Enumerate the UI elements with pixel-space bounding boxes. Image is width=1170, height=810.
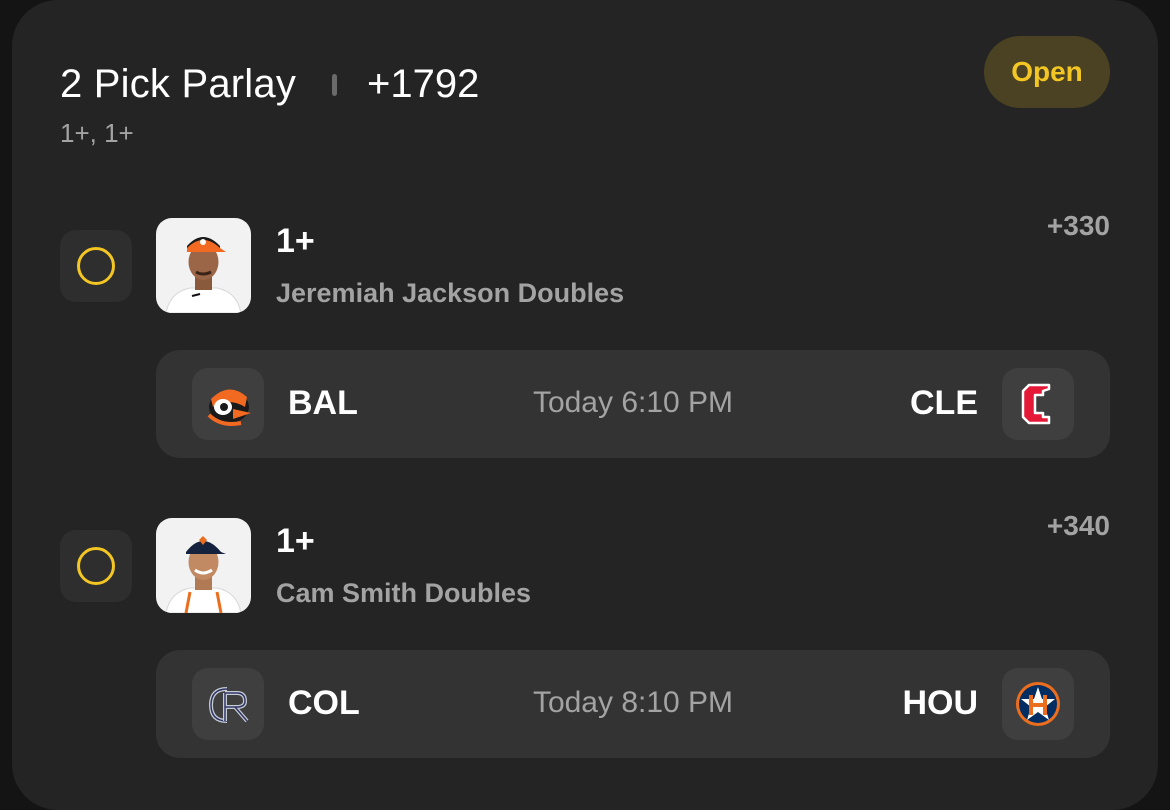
pending-circle-icon xyxy=(77,547,115,585)
leg-market: Cam Smith Doubles xyxy=(276,578,532,608)
home-team: CLE xyxy=(910,384,978,422)
player-avatar xyxy=(156,518,251,613)
leg-line: 1+ xyxy=(276,222,315,260)
parlay-title: 2 Pick Parlay xyxy=(60,62,297,106)
game-matchup[interactable]: COL Today 8:10 PM HOU xyxy=(156,650,1110,758)
leg-status-indicator xyxy=(60,230,132,302)
home-team: HOU xyxy=(902,684,978,722)
header-divider xyxy=(332,73,338,96)
game-matchup[interactable]: BAL Today 6:10 PM CLE xyxy=(156,350,1110,458)
parlay-leg: 1+ Jeremiah Jackson Doubles +330 BAL Tod… xyxy=(12,200,1158,460)
status-badge: Open xyxy=(984,36,1110,108)
leg-status-indicator xyxy=(60,530,132,602)
leg-odds: +330 xyxy=(1046,210,1110,241)
leg-market: Jeremiah Jackson Doubles xyxy=(276,278,625,308)
guardians-c-icon xyxy=(1002,368,1074,440)
player-avatar xyxy=(156,218,251,313)
astros-h-star-icon xyxy=(1002,668,1074,740)
parlay-card[interactable]: 2 Pick Parlay +1792 1+, 1+ Open 1+ Jerem… xyxy=(12,0,1158,810)
pending-circle-icon xyxy=(77,247,115,285)
leg-line: 1+ xyxy=(276,522,315,560)
parlay-leg: 1+ Cam Smith Doubles +340 COL Today 8:10… xyxy=(12,500,1158,760)
parlay-subtitle: 1+, 1+ xyxy=(60,118,134,148)
parlay-total-odds: +1792 xyxy=(367,62,480,106)
parlay-header: 2 Pick Parlay +1792 xyxy=(60,62,479,107)
leg-odds: +340 xyxy=(1046,510,1110,541)
